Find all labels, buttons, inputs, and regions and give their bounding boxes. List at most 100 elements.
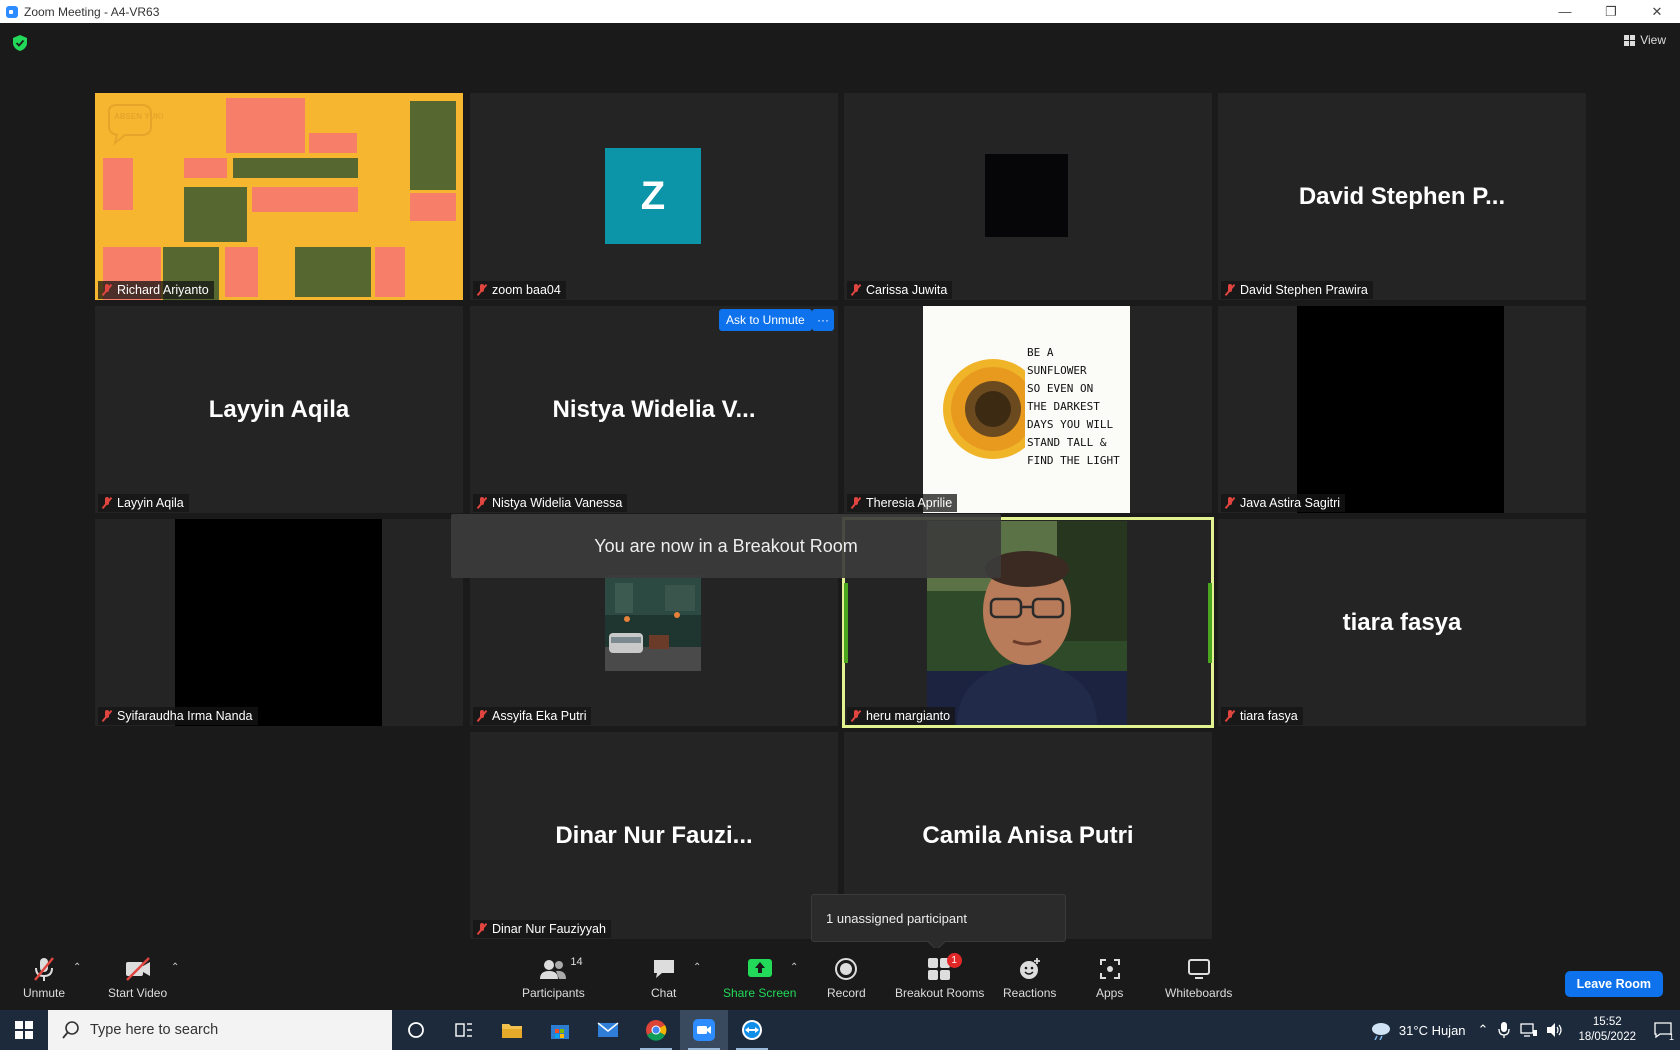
zoom-taskbar-button[interactable] <box>680 1010 728 1050</box>
windows-logo-icon <box>15 1021 33 1039</box>
chat-button[interactable]: Chat <box>651 956 676 1000</box>
show-hidden-icons-chevron-icon[interactable]: ⌃ <box>1478 1022 1489 1038</box>
video-tile-carissa[interactable]: Carissa Juwita <box>844 93 1212 300</box>
participant-name: Theresia Aprilie <box>866 496 953 510</box>
whiteboard-icon <box>1187 959 1210 979</box>
start-button[interactable] <box>0 1010 48 1050</box>
participant-name: Syifaraudha Irma Nanda <box>117 709 253 723</box>
share-options-caret[interactable]: ⌃ <box>790 962 798 973</box>
microphone-tray-icon[interactable] <box>1498 1021 1511 1039</box>
participant-name: Dinar Nur Fauziyyah <box>492 922 606 936</box>
participant-label: Carissa Juwita <box>847 281 953 299</box>
avatar: Z <box>605 148 701 244</box>
system-tray: 31°C Hujan ⌃ 15:52 18/05/2022 1 <box>1369 1010 1680 1050</box>
profile-picture <box>175 519 382 726</box>
whiteboards-button[interactable]: Whiteboards <box>1165 956 1232 1000</box>
breakout-rooms-button[interactable]: 1 Breakout Rooms <box>895 953 984 1000</box>
participant-name: zoom baa04 <box>492 283 561 297</box>
clock-time: 15:52 <box>1592 1016 1622 1028</box>
street-photo-image <box>605 575 701 671</box>
participant-name: Nistya Widelia Vanessa <box>492 496 623 510</box>
reactions-button[interactable]: Reactions <box>1003 956 1056 1000</box>
microsoft-store-button[interactable] <box>536 1010 584 1050</box>
mail-icon <box>597 1022 619 1037</box>
muted-mic-icon <box>477 284 487 296</box>
muted-mic-icon <box>477 497 487 509</box>
chat-options-caret[interactable]: ⌃ <box>693 962 701 973</box>
taskbar-search-box[interactable]: Type here to search <box>48 1010 392 1050</box>
participant-name: Layyin Aqila <box>117 496 184 510</box>
video-tile-zoom-baa04[interactable]: Z zoom baa04 <box>470 93 838 300</box>
view-button[interactable]: View <box>1624 33 1666 47</box>
weather-text[interactable]: 31°C Hujan <box>1399 1023 1466 1038</box>
muted-mic-icon <box>1225 497 1235 509</box>
unmute-button[interactable]: Unmute <box>23 956 65 1000</box>
weather-cloud-rain-icon <box>1371 1023 1390 1040</box>
video-tile-tiara[interactable]: tiara fasya tiara fasya <box>1218 519 1586 726</box>
close-button[interactable]: ✕ <box>1634 0 1680 23</box>
volume-icon[interactable] <box>1546 1022 1564 1038</box>
restore-button[interactable]: ❐ <box>1588 0 1634 23</box>
video-options-caret[interactable]: ⌃ <box>171 962 179 973</box>
more-options-button[interactable]: ··· <box>812 309 834 331</box>
video-tile-theresia[interactable]: BE A SUNFLOWER SO EVEN ON THE DARKEST DA… <box>844 306 1212 513</box>
audio-options-caret[interactable]: ⌃ <box>73 962 81 973</box>
participant-name: Carissa Juwita <box>866 283 948 297</box>
participant-label: Dinar Nur Fauziyyah <box>473 920 611 938</box>
video-tile-david[interactable]: David Stephen P... David Stephen Prawira <box>1218 93 1586 300</box>
chrome-button[interactable] <box>632 1010 680 1050</box>
record-icon <box>835 958 858 980</box>
clock-date: 18/05/2022 <box>1578 1031 1636 1043</box>
muted-mic-icon <box>851 497 861 509</box>
participant-display-name: Nistya Widelia V... <box>552 395 756 423</box>
participant-display-name: David Stephen P... <box>1298 182 1506 210</box>
participant-label: heru margianto <box>847 707 956 725</box>
apps-button[interactable]: Apps <box>1096 956 1123 1000</box>
muted-mic-icon <box>477 923 487 935</box>
notification-center-button[interactable]: 1 <box>1646 1010 1680 1050</box>
participant-name: David Stephen Prawira <box>1240 283 1368 297</box>
cortana-button[interactable] <box>392 1010 440 1050</box>
muted-mic-icon <box>851 284 861 296</box>
video-tile-richard[interactable]: ABSEN YUK! Richard Ariyanto <box>95 93 463 300</box>
speaking-indicator-right <box>1208 583 1212 663</box>
muted-mic-icon <box>1225 284 1235 296</box>
task-view-button[interactable] <box>440 1010 488 1050</box>
participant-display-name: Camila Anisa Putri <box>922 821 1134 849</box>
video-tile-syifaraudha[interactable]: Syifaraudha Irma Nanda <box>95 519 463 726</box>
system-clock[interactable]: 15:52 18/05/2022 <box>1578 1015 1636 1045</box>
participant-label: Layyin Aqila <box>98 494 189 512</box>
muted-microphone-icon <box>34 957 54 981</box>
chat-icon <box>653 960 674 978</box>
speaking-indicator-left <box>844 583 848 663</box>
leave-room-button[interactable]: Leave Room <box>1564 971 1663 997</box>
participant-display-name: tiara fasya <box>1342 608 1462 636</box>
muted-mic-icon <box>102 497 112 509</box>
apps-icon <box>1099 959 1120 979</box>
zoom-app-icon <box>6 5 18 18</box>
video-tile-layyin[interactable]: Layyin Aqila Layyin Aqila <box>95 306 463 513</box>
file-explorer-button[interactable] <box>488 1010 536 1050</box>
network-icon[interactable] <box>1520 1022 1538 1038</box>
muted-mic-icon <box>102 284 112 296</box>
mail-button[interactable] <box>584 1010 632 1050</box>
teamviewer-button[interactable] <box>728 1010 776 1050</box>
start-video-button[interactable]: Start Video <box>108 956 167 1000</box>
security-shield-icon[interactable] <box>13 35 27 51</box>
record-button[interactable]: Record <box>827 956 866 1000</box>
participant-label: David Stephen Prawira <box>1221 281 1373 299</box>
profile-picture <box>1297 306 1504 513</box>
video-tile-dinar[interactable]: Dinar Nur Fauzi... Dinar Nur Fauziyyah <box>470 732 838 939</box>
ask-to-unmute-button[interactable]: Ask to Unmute <box>719 309 812 331</box>
video-tile-java[interactable]: Java Astira Sagitri <box>1218 306 1586 513</box>
participant-label: Theresia Aprilie <box>847 494 958 512</box>
participant-label: Richard Ariyanto <box>98 281 214 299</box>
participant-label: Assyifa Eka Putri <box>473 707 592 725</box>
participant-name: Richard Ariyanto <box>117 283 209 297</box>
participants-button[interactable]: 14 Participants <box>522 956 585 1000</box>
share-screen-button[interactable]: Share Screen <box>723 956 796 1000</box>
video-tile-nistya[interactable]: Nistya Widelia V... Nistya Widelia Vanes… <box>470 306 838 513</box>
notification-count: 1 <box>1668 1032 1674 1042</box>
minimize-button[interactable]: — <box>1542 0 1588 23</box>
participant-label: tiara fasya <box>1221 707 1303 725</box>
